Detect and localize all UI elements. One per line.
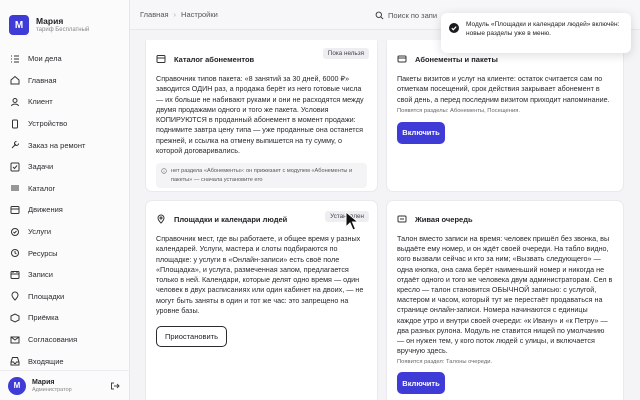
sections-note: Появится раздел: Талоны очереди. bbox=[397, 359, 493, 366]
catalog-icon bbox=[10, 183, 20, 193]
pause-button[interactable]: Приостановить bbox=[156, 326, 228, 348]
card-venues: Площадки и календари людей Установлен Сп… bbox=[145, 200, 378, 400]
sidebar-item-label: Ресурсы bbox=[28, 248, 58, 258]
card-description: Справочник мест, где вы работаете, и общ… bbox=[156, 234, 364, 316]
enable-button[interactable]: Включить bbox=[397, 372, 445, 395]
breadcrumb-home[interactable]: Главная bbox=[140, 10, 169, 19]
wrench-icon bbox=[10, 140, 20, 150]
sidebar-item-label: Приёмка bbox=[28, 313, 59, 323]
sidebar-item-label: Каталог bbox=[28, 183, 56, 193]
enable-button[interactable]: Включить bbox=[397, 121, 445, 144]
toast-message: Модуль «Площадки и календари людей» вклю… bbox=[466, 21, 620, 37]
user-profile[interactable]: М Мария Администратор bbox=[0, 370, 130, 400]
info-icon bbox=[161, 168, 167, 175]
sidebar-item-venues[interactable]: Площадки bbox=[0, 286, 129, 308]
card-description: Пакеты визитов и услуг на клиенте: остат… bbox=[397, 74, 610, 104]
sidebar-item-label: Устройство bbox=[28, 119, 68, 129]
mouse-cursor-icon bbox=[345, 211, 359, 231]
sidebar-item-label: Движения bbox=[28, 205, 63, 215]
breadcrumb-separator: › bbox=[173, 10, 177, 19]
approvals-icon bbox=[10, 335, 20, 345]
catalog-icon bbox=[156, 55, 166, 63]
card-subscriptions-catalog: Каталог абонементов Пока нельзя Справочн… bbox=[145, 40, 378, 192]
sidebar-item-my-tasks[interactable]: Мои дела bbox=[0, 48, 129, 70]
breadcrumb-current: Настройки bbox=[181, 10, 218, 19]
receiving-icon bbox=[10, 313, 20, 323]
sidebar: М Мария тариф Бесплатный Мои дела Главна… bbox=[0, 0, 130, 400]
sidebar-item-label: Задачи bbox=[28, 162, 54, 172]
sidebar-item-catalog[interactable]: Каталог bbox=[0, 178, 129, 200]
sidebar-item-repair-order[interactable]: Заказ на ремонт bbox=[0, 134, 129, 156]
map-pin-icon bbox=[157, 214, 165, 224]
user-name: Мария bbox=[32, 378, 55, 386]
tasks-icon bbox=[10, 162, 20, 172]
sidebar-item-tasks[interactable]: Задачи bbox=[0, 156, 129, 178]
card-description: Справочник типов пакета: «8 занятий за 3… bbox=[156, 74, 364, 156]
sidebar-item-label: Главная bbox=[28, 75, 57, 85]
sidebar-item-resources[interactable]: Ресурсы bbox=[0, 242, 129, 264]
status-badge: Пока нельзя bbox=[322, 48, 369, 59]
checklist-icon bbox=[10, 54, 20, 64]
check-circle-icon bbox=[449, 23, 459, 33]
sidebar-item-label: Согласования bbox=[28, 335, 78, 345]
toast-notification: Модуль «Площадки и календари людей» вклю… bbox=[441, 13, 631, 53]
card-header: Живая очередь bbox=[397, 209, 613, 229]
card-queue: Живая очередь Талон вместо записи на вре… bbox=[386, 200, 624, 400]
brand-name: Мария bbox=[36, 16, 64, 26]
ticket-icon bbox=[397, 215, 407, 223]
sidebar-item-label: Входящие bbox=[28, 356, 64, 366]
sidebar-item-approvals[interactable]: Согласования bbox=[0, 329, 129, 351]
brand[interactable]: М Мария тариф Бесплатный bbox=[0, 0, 129, 40]
sidebar-item-inbox[interactable]: Входящие bbox=[0, 350, 129, 372]
card-pass-icon bbox=[397, 55, 407, 63]
user-icon bbox=[10, 97, 20, 107]
sidebar-nav: Мои дела Главная Клиент Устройство Заказ… bbox=[0, 40, 129, 372]
card-title: Абонементы и пакеты bbox=[415, 54, 498, 64]
avatar: М bbox=[8, 376, 26, 395]
dependency-note: нет раздела «Абонементы»: он прижезает с… bbox=[156, 163, 367, 188]
sidebar-item-client[interactable]: Клиент bbox=[0, 91, 129, 113]
sidebar-item-device[interactable]: Устройство bbox=[0, 113, 129, 135]
records-icon bbox=[10, 270, 20, 280]
movements-icon bbox=[10, 205, 20, 215]
sidebar-item-services[interactable]: Услуги bbox=[0, 221, 129, 243]
resources-icon bbox=[10, 248, 20, 258]
breadcrumb: Главная › Настройки bbox=[140, 10, 218, 19]
card-title: Площадки и календари людей bbox=[174, 214, 288, 224]
sidebar-item-movements[interactable]: Движения bbox=[0, 199, 129, 221]
device-icon bbox=[10, 119, 20, 129]
note-text: нет раздела «Абонементы»: он прижезает с… bbox=[171, 168, 353, 183]
sidebar-item-label: Услуги bbox=[28, 227, 52, 237]
brand-plan: тариф Бесплатный bbox=[36, 27, 90, 33]
sidebar-item-label: Клиент bbox=[28, 97, 53, 107]
services-icon bbox=[10, 227, 20, 237]
sidebar-item-label: Мои дела bbox=[28, 54, 62, 64]
inbox-icon bbox=[10, 356, 20, 366]
sidebar-item-receiving[interactable]: Приёмка bbox=[0, 307, 129, 329]
card-subscriptions-packages: Абонементы и пакеты Пакеты визитов и усл… bbox=[386, 40, 624, 192]
sections-note: Появятся разделы: Абонементы, Посещения. bbox=[397, 107, 520, 114]
user-role: Администратор bbox=[32, 386, 72, 393]
sidebar-item-records[interactable]: Записи bbox=[0, 264, 129, 286]
venues-icon bbox=[10, 291, 20, 302]
brand-logo: М bbox=[9, 15, 29, 35]
sidebar-item-label: Записи bbox=[28, 270, 53, 280]
sidebar-item-home[interactable]: Главная bbox=[0, 70, 129, 92]
sidebar-item-label: Площадки bbox=[28, 291, 65, 301]
logout-icon[interactable] bbox=[110, 381, 120, 391]
sidebar-item-label: Заказ на ремонт bbox=[28, 140, 86, 150]
card-title: Живая очередь bbox=[415, 214, 473, 224]
card-title: Каталог абонементов bbox=[174, 54, 255, 64]
search-icon bbox=[375, 11, 384, 19]
home-icon bbox=[10, 75, 20, 85]
card-description: Талон вместо записи на время: человек пр… bbox=[397, 234, 613, 356]
